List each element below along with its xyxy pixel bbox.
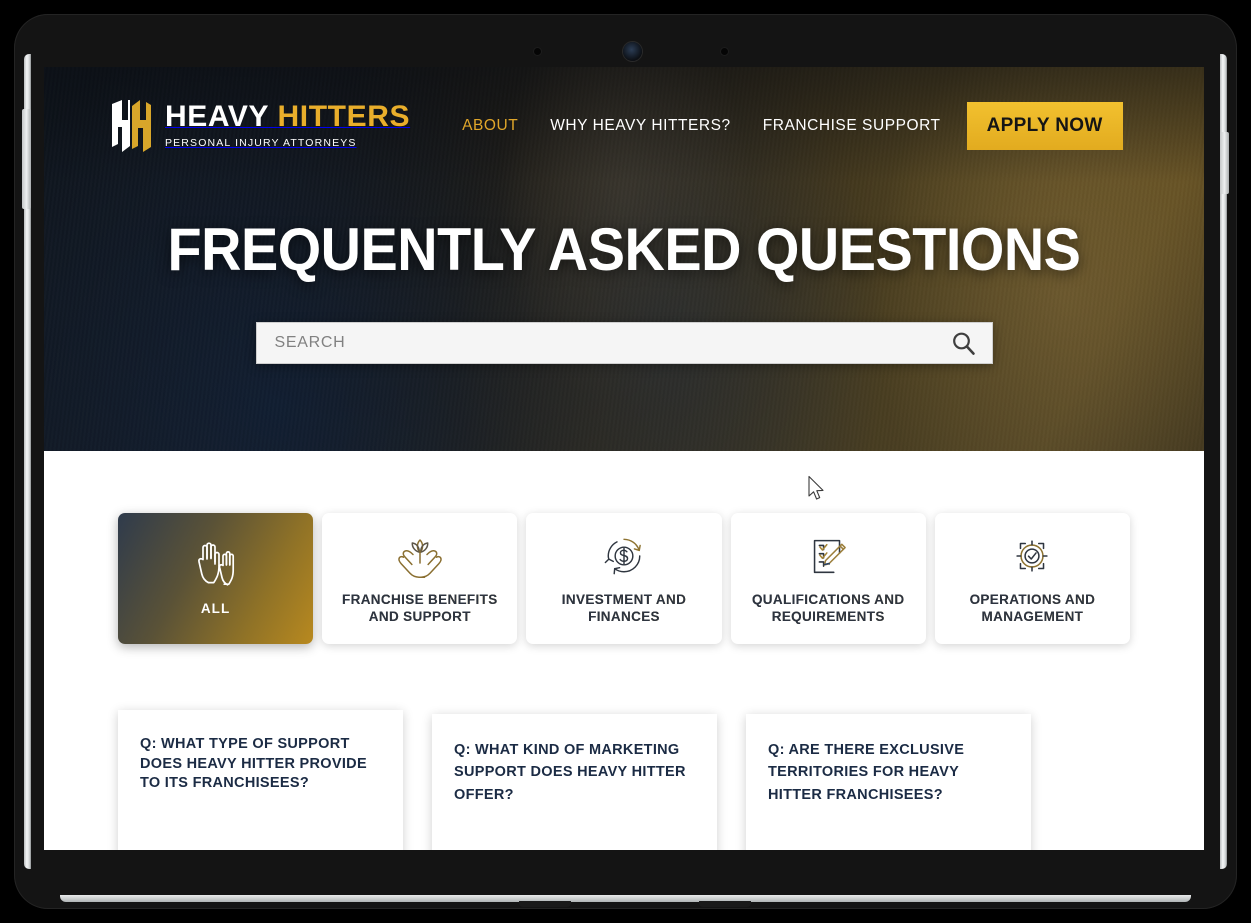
category-tab-label: INVESTMENT AND FINANCES [535,592,712,626]
hh-monogram-logo-icon [110,100,152,152]
category-tab-all[interactable]: ALL [118,513,314,644]
faq-card[interactable]: Q: ARE THERE EXCLUSIVE TERRITORIES FOR H… [746,714,1031,850]
category-tab-operations-and-management[interactable]: OPERATIONS AND MANAGEMENT [934,513,1131,644]
front-camera-icon [623,42,642,61]
hero-section: HEAVY HITTERS PERSONAL INJURY ATTORNEYS … [44,67,1204,451]
nav-item-franchise-support[interactable]: FRANCHISE SUPPORT [763,117,941,135]
faq-card[interactable]: Q: WHAT TYPE OF SUPPORT DOES HEAVY HITTE… [118,710,403,850]
hands-holding-plant-icon [392,531,448,581]
speaker-notch-right [699,901,751,907]
page-title: FREQUENTLY ASKED QUESTIONS [167,216,1081,283]
brand-tagline: PERSONAL INJURY ATTORNEYS [165,136,357,149]
category-tab-franchise-benefits-and-support[interactable]: FRANCHISE BENEFITS AND SUPPORT [322,513,518,644]
tablet-device-frame: HEAVY HITTERS PERSONAL INJURY ATTORNEYS … [14,14,1237,909]
device-screen: HEAVY HITTERS PERSONAL INJURY ATTORNEYS … [44,67,1204,850]
device-bezel-sensor-row [14,42,1237,70]
faq-question: Q: WHAT TYPE OF SUPPORT DOES HEAVY HITTE… [140,736,367,792]
faq-body: ALL FRANCHISE BENEFITS AND SUPPORT INVES… [44,451,1204,850]
brand-word-one: HEAVY [165,99,269,133]
faq-question: Q: ARE THERE EXCLUSIVE TERRITORIES FOR H… [768,742,965,803]
category-tab-qualifications-and-requirements[interactable]: QUALIFICATIONS AND REQUIREMENTS [730,513,926,644]
nav-item-why-heavy-hitters[interactable]: WHY HEAVY HITTERS? [550,117,730,135]
main-navigation: ABOUT WHY HEAVY HITTERS? FRANCHISE SUPPO… [462,117,940,135]
ambient-sensor-icon [534,48,541,55]
brand-wordmark: HEAVY HITTERS PERSONAL INJURY ATTORNEYS [165,99,411,151]
category-tab-label: ALL [200,600,231,616]
hero-content: FREQUENTLY ASKED QUESTIONS [44,185,1204,364]
nav-item-about[interactable]: ABOUT [462,117,518,135]
checklist-pen-icon [803,531,853,581]
faq-card[interactable]: Q: WHAT KIND OF MARKETING SUPPORT DOES H… [432,714,717,850]
brand-logo-link[interactable]: HEAVY HITTERS PERSONAL INJURY ATTORNEYS [110,100,410,152]
category-tab-list: ALL FRANCHISE BENEFITS AND SUPPORT INVES… [118,451,1131,644]
dollar-cycle-icon [599,531,649,581]
search-input[interactable] [274,334,951,352]
power-button[interactable] [1220,132,1229,194]
category-tab-label: FRANCHISE BENEFITS AND SUPPORT [331,592,508,626]
apply-now-button[interactable]: APPLY NOW [966,102,1123,150]
category-tab-investment-and-finances[interactable]: INVESTMENT AND FINANCES [526,513,722,644]
brand-word-two: HITTERS [277,99,411,133]
search-bar[interactable] [255,322,993,364]
site-header: HEAVY HITTERS PERSONAL INJURY ATTORNEYS … [44,67,1204,185]
target-checkmark-icon [1007,531,1057,581]
proximity-sensor-icon [721,48,728,55]
speaker-notch-left [519,901,571,907]
search-icon[interactable] [951,331,976,356]
category-tab-label: OPERATIONS AND MANAGEMENT [944,592,1121,626]
faq-card-grid: Q: WHAT TYPE OF SUPPORT DOES HEAVY HITTE… [118,644,1130,850]
device-bottom-edge [60,895,1191,902]
volume-button[interactable] [22,109,31,209]
raised-hands-icon [190,540,242,590]
category-tab-label: QUALIFICATIONS AND REQUIREMENTS [740,592,917,626]
faq-question: Q: WHAT KIND OF MARKETING SUPPORT DOES H… [454,742,686,803]
